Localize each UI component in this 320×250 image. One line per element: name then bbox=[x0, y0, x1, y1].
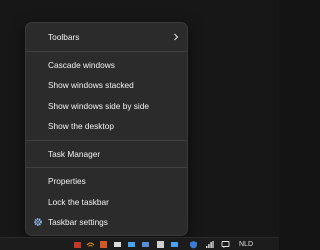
tray-app-icon[interactable] bbox=[127, 240, 136, 249]
menu-item-label: Taskbar settings bbox=[48, 217, 108, 228]
menu-item-properties[interactable]: Properties bbox=[26, 171, 187, 192]
menu-separator bbox=[26, 139, 187, 141]
menu-item-lock-the-taskbar[interactable]: Lock the taskbar bbox=[26, 192, 187, 213]
tray-app-icon[interactable] bbox=[99, 240, 108, 249]
menu-item-label: Task Manager bbox=[48, 148, 101, 159]
menu-item-show-windows-side-by-side[interactable]: Show windows side by side bbox=[26, 96, 187, 117]
menu-item-label: Lock the taskbar bbox=[48, 196, 109, 207]
menu-item-taskbar-settings[interactable]: Taskbar settings bbox=[26, 212, 187, 233]
taskbar: NLD bbox=[0, 237, 279, 250]
gear-icon bbox=[34, 218, 42, 226]
menu-item-cascade-windows[interactable]: Cascade windows bbox=[26, 55, 187, 76]
taskbar-context-menu: Toolbars Cascade windows Show windows st… bbox=[25, 22, 188, 236]
security-icon[interactable] bbox=[189, 240, 198, 249]
menu-separator bbox=[26, 167, 187, 168]
menu-item-label: Show windows stacked bbox=[48, 80, 134, 91]
menu-item-show-the-desktop[interactable]: Show the desktop bbox=[26, 116, 187, 137]
tray-app-icon[interactable] bbox=[170, 240, 179, 249]
menu-item-label: Cascade windows bbox=[48, 59, 115, 70]
wifi-icon[interactable] bbox=[86, 240, 95, 249]
desktop: Toolbars Cascade windows Show windows st… bbox=[0, 0, 279, 250]
menu-item-task-manager[interactable]: Task Manager bbox=[26, 144, 187, 165]
menu-item-label: Toolbars bbox=[48, 32, 80, 43]
menu-separator bbox=[26, 50, 187, 52]
chevron-right-icon bbox=[174, 33, 179, 41]
menu-item-label: Show the desktop bbox=[48, 121, 114, 132]
tray-app-icon[interactable] bbox=[141, 240, 150, 249]
tray-app-icon[interactable] bbox=[113, 240, 122, 249]
language-indicator[interactable]: NLD bbox=[239, 240, 253, 249]
menu-item-show-windows-stacked[interactable]: Show windows stacked bbox=[26, 75, 187, 96]
menu-item-label: Show windows side by side bbox=[48, 100, 149, 111]
chat-icon[interactable] bbox=[221, 240, 230, 249]
menu-item-label: Properties bbox=[48, 176, 86, 187]
menu-item-toolbars[interactable]: Toolbars bbox=[26, 27, 187, 48]
tray-app-icon[interactable] bbox=[73, 240, 82, 249]
tray-app-icon[interactable] bbox=[156, 240, 165, 249]
signal-bars-icon[interactable] bbox=[205, 240, 214, 249]
